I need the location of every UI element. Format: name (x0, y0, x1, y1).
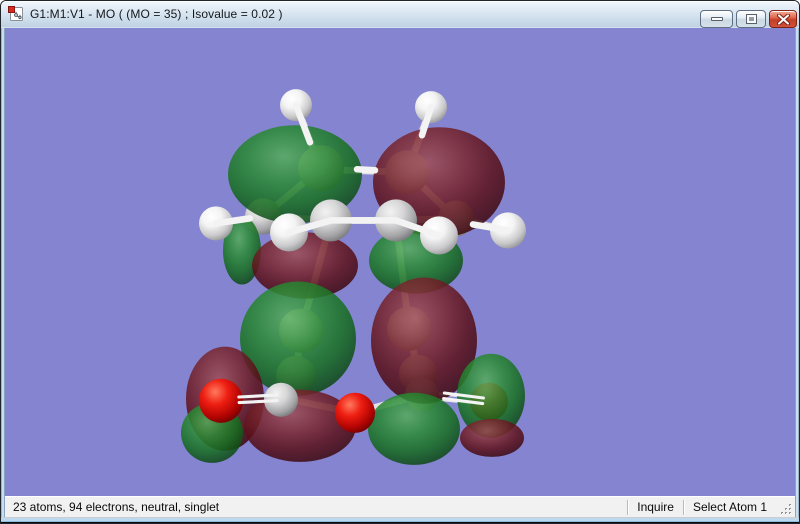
mouse-mode-indicator: Inquire (637, 500, 674, 514)
gaussview-document-icon (8, 6, 23, 21)
resize-grip-icon[interactable] (778, 501, 794, 517)
gaussview-mo-window: G1:M1:V1 - MO ( (MO = 35) ; Isovalue = 0… (0, 0, 800, 524)
close-button[interactable] (769, 10, 797, 28)
close-icon (776, 13, 790, 25)
minimize-button[interactable] (700, 10, 733, 28)
molecule-viewport[interactable] (5, 28, 795, 496)
status-bar: 23 atoms, 94 electrons, neutral, singlet… (5, 496, 795, 517)
window-border-right (795, 28, 799, 517)
selection-indicator: Select Atom 1 (692, 500, 767, 514)
window-title: G1:M1:V1 - MO ( (MO = 35) ; Isovalue = 0… (30, 7, 283, 21)
maximize-icon (745, 14, 757, 24)
caption-buttons (700, 10, 797, 28)
window-border-bottom (1, 517, 799, 523)
molecule-svg (181, 89, 526, 465)
titlebar[interactable]: G1:M1:V1 - MO ( (MO = 35) ; Isovalue = 0… (1, 1, 799, 28)
maximize-button[interactable] (736, 10, 766, 28)
minimize-icon (710, 17, 723, 21)
molecule-summary: 23 atoms, 94 electrons, neutral, singlet (13, 500, 220, 514)
